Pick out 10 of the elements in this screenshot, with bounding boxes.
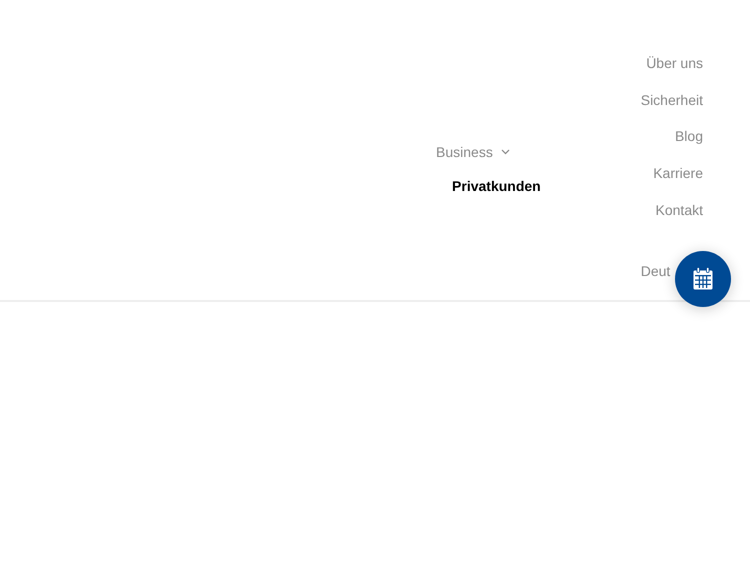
nav-link[interactable]: Kontakt <box>656 200 703 219</box>
calendar-icon <box>692 267 714 291</box>
nav-link[interactable]: Business <box>436 143 510 161</box>
language-link[interactable]: Deut <box>640 262 670 280</box>
nav-link[interactable]: Sicherheit <box>640 90 703 109</box>
nav-link[interactable]: Über uns <box>646 54 703 72</box>
nav-link[interactable]: Karriere <box>653 164 703 182</box>
nav-link[interactable]: Privatkunden <box>452 177 541 195</box>
caret-icon <box>500 149 510 155</box>
nav-link[interactable]: Blog <box>674 127 703 146</box>
